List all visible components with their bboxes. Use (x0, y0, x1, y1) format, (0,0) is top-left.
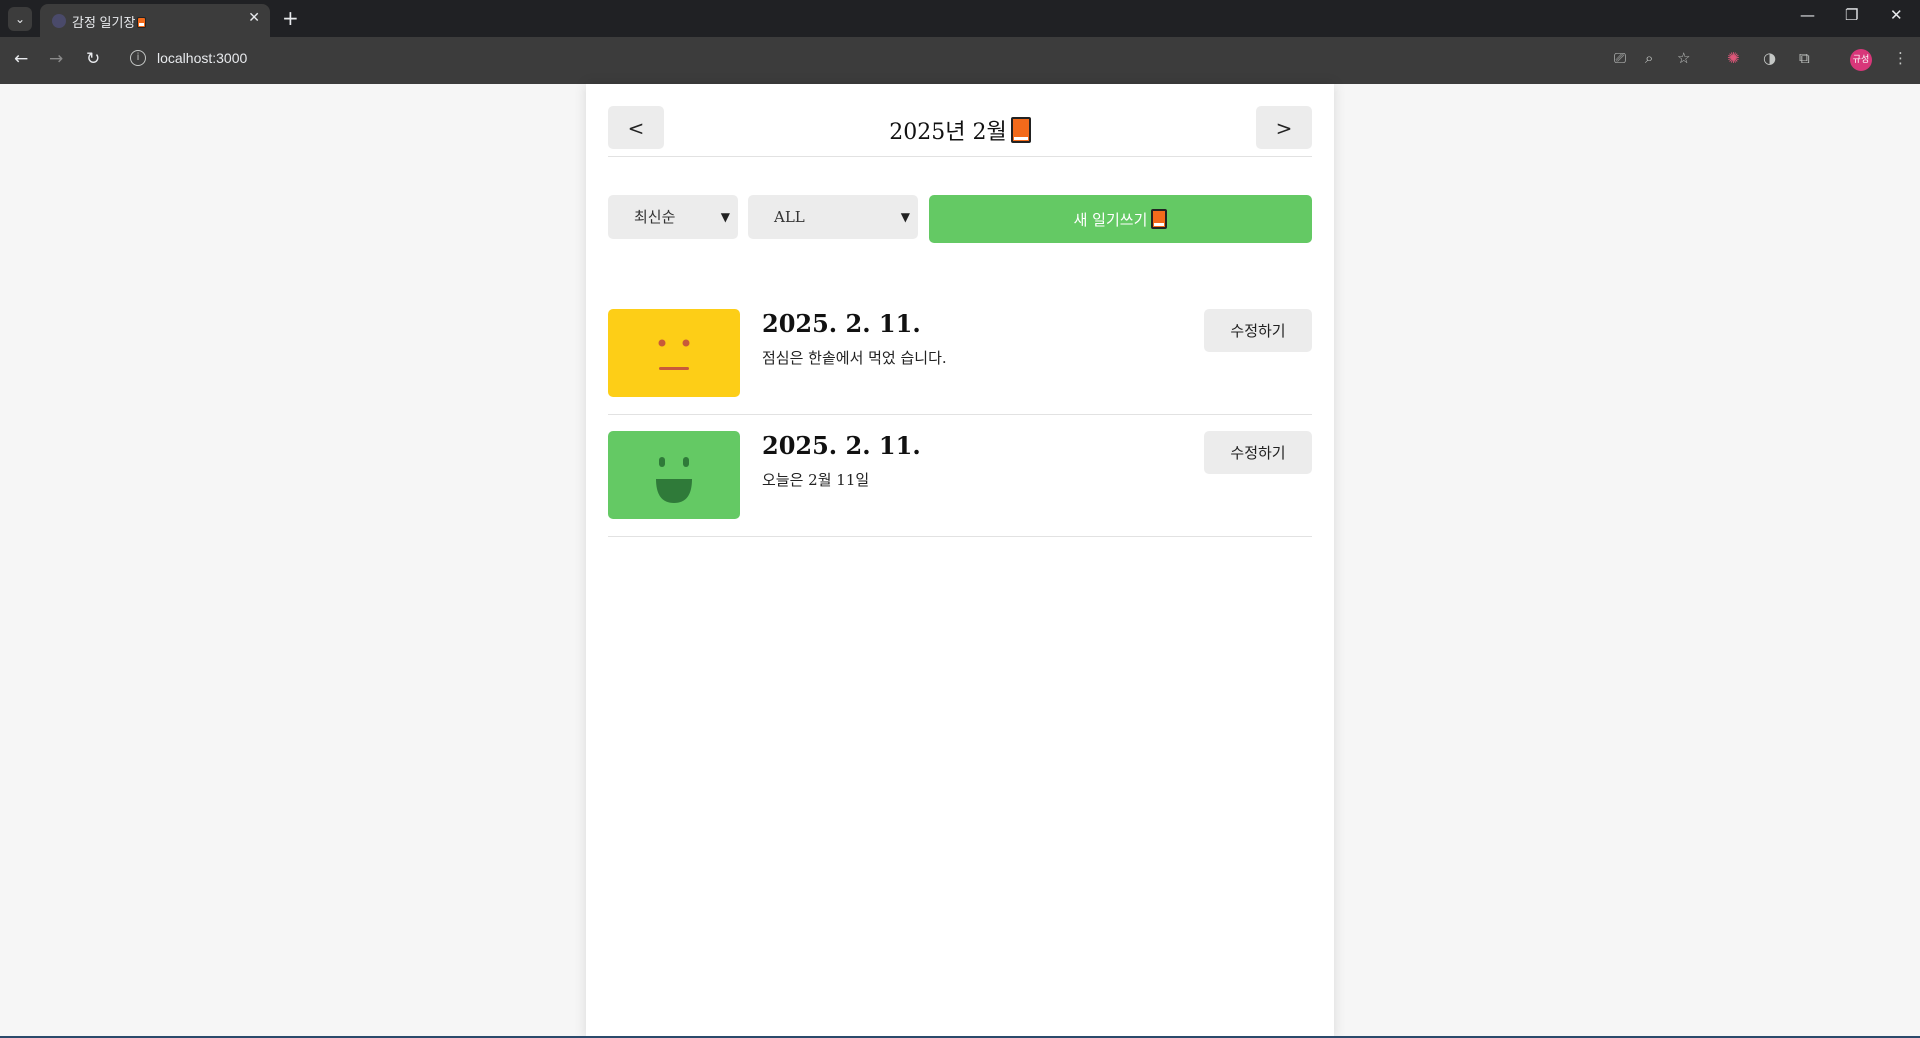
emotion-good-icon[interactable] (608, 431, 740, 519)
book-emoji-icon (1151, 208, 1168, 229)
menu-bar: 최신순 ▼ ALL ▼ 새 일기쓰기 (608, 195, 1312, 243)
tab-title: 감정 일기장 (72, 12, 147, 31)
book-emoji-icon (137, 17, 147, 28)
extension-icon[interactable]: ✺ (1727, 49, 1740, 67)
page-header: < 2025년 2월 > (608, 106, 1312, 157)
chevron-down-icon: ▼ (720, 210, 730, 224)
emotion-neutral-icon[interactable] (608, 309, 740, 397)
extensions-puzzle-icon[interactable]: ⧉ (1799, 49, 1810, 67)
zoom-icon[interactable]: ⌕ (1645, 49, 1653, 67)
profile-avatar[interactable]: 규성 (1850, 49, 1872, 71)
minimize-icon[interactable]: — (1800, 6, 1815, 24)
new-diary-button[interactable]: 새 일기쓰기 (929, 195, 1312, 243)
menu-kebab-icon[interactable]: ⋮ (1893, 49, 1908, 67)
diary-content[interactable]: 오늘은 2월 11일 (762, 469, 869, 490)
back-icon[interactable]: ← (14, 49, 28, 69)
diary-item: 2025. 2. 11. 점심은 한솥에서 먹었 습니다. 수정하기 (608, 293, 1312, 415)
browser-toolbar: ← → ↻ i localhost:3000 ⎚ ⌕ ☆ ✺ ◑ ⧉ 규성 ⋮ (0, 37, 1920, 84)
sort-select[interactable]: 최신순 ▼ (608, 195, 738, 239)
reload-icon[interactable]: ↻ (86, 49, 100, 69)
book-emoji-icon (1010, 117, 1031, 143)
extension-circle-icon[interactable]: ◑ (1763, 49, 1776, 67)
diary-date[interactable]: 2025. 2. 11. (762, 431, 921, 460)
new-tab-button[interactable]: + (282, 6, 299, 30)
edit-button[interactable]: 수정하기 (1204, 309, 1312, 352)
restore-icon[interactable]: ❐ (1845, 6, 1858, 24)
diary-list: 2025. 2. 11. 점심은 한솥에서 먹었 습니다. 수정하기 2025.… (608, 293, 1312, 537)
favicon-icon (52, 14, 66, 28)
browser-tab[interactable]: 감정 일기장 ✕ (40, 4, 270, 37)
chevron-down-icon: ▼ (900, 210, 910, 224)
bookmark-star-icon[interactable]: ☆ (1677, 49, 1690, 67)
address-bar[interactable]: localhost:3000 (157, 50, 247, 66)
edit-button[interactable]: 수정하기 (1204, 431, 1312, 474)
diary-app: < 2025년 2월 > 최신순 ▼ ALL ▼ 새 일기쓰기 2025. 2.… (586, 84, 1334, 1038)
diary-content[interactable]: 점심은 한솥에서 먹었 습니다. (762, 347, 947, 368)
emotion-filter-select[interactable]: ALL ▼ (748, 195, 918, 239)
diary-item: 2025. 2. 11. 오늘은 2월 11일 수정하기 (608, 415, 1312, 537)
browser-tab-bar: ⌄ 감정 일기장 ✕ + — ❐ ✕ (0, 0, 1920, 37)
next-month-button[interactable]: > (1256, 106, 1312, 149)
install-app-icon[interactable]: ⎚ (1614, 49, 1626, 67)
tab-search-icon[interactable]: ⌄ (8, 7, 32, 31)
page-title: 2025년 2월 (608, 114, 1312, 146)
tab-close-icon[interactable]: ✕ (248, 10, 260, 26)
forward-icon[interactable]: → (49, 49, 63, 69)
window-close-icon[interactable]: ✕ (1890, 6, 1903, 24)
site-info-icon[interactable]: i (130, 50, 146, 66)
diary-date[interactable]: 2025. 2. 11. (762, 309, 921, 338)
